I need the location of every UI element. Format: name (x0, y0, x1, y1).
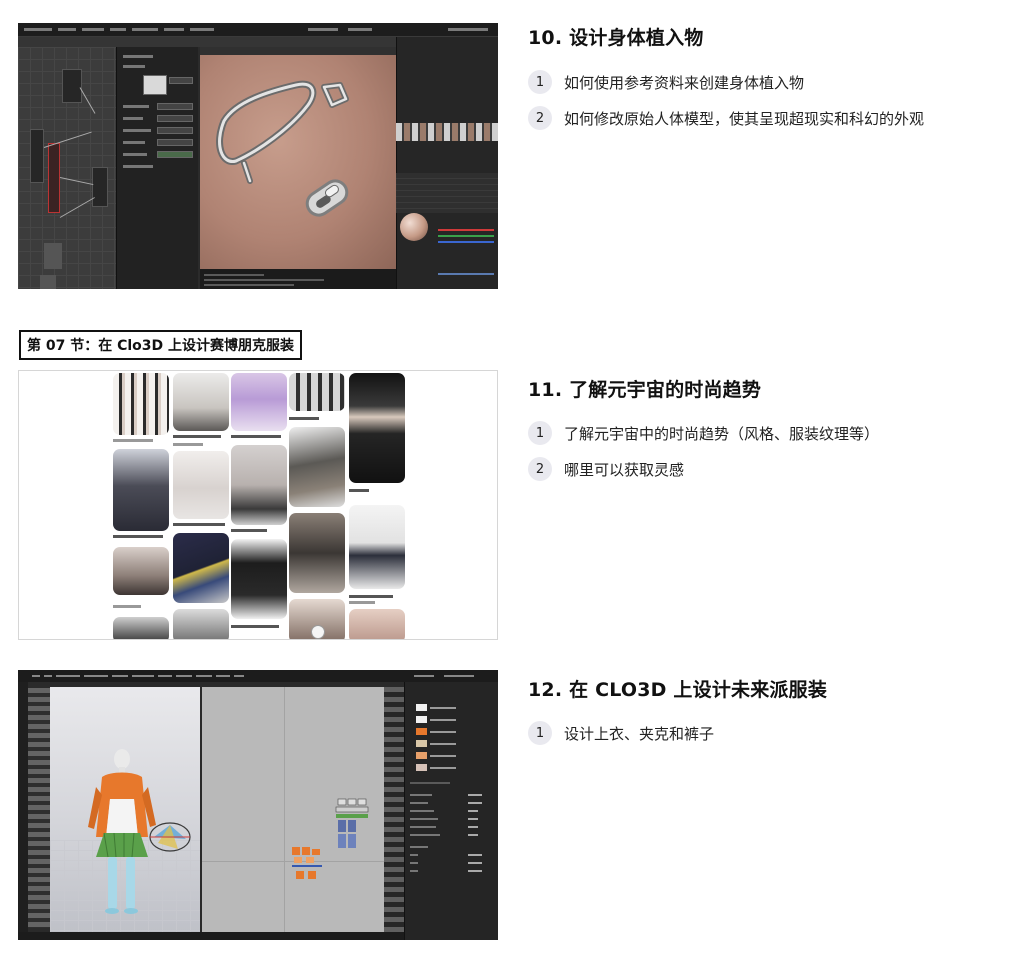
reference-image (231, 445, 287, 525)
item-text: 如何修改原始人体模型，使其呈现超现实和科幻的外观 (564, 109, 925, 128)
lesson-title: 12. 在 CLO3D 上设计未来派服装 (528, 679, 828, 701)
node-graph-panel (18, 47, 116, 289)
reference-image (173, 373, 229, 431)
item-text: 哪里可以获取灵感 (564, 460, 685, 479)
pattern-pieces (292, 798, 369, 879)
item-number-badge: 1 (528, 421, 552, 445)
reference-image (113, 373, 169, 435)
list-item: 1 如何使用参考资料来创建身体植入物 (528, 70, 804, 94)
item-number-badge: 2 (528, 106, 552, 130)
clo3d-statusbar (18, 932, 404, 940)
material-list (396, 173, 498, 213)
reference-image (231, 373, 287, 431)
item-number-badge: 2 (528, 457, 552, 481)
item-number-badge: 1 (528, 721, 552, 745)
clo3d-2d-toolbar (384, 687, 404, 932)
moodboard-screenshot (18, 370, 498, 640)
clo3d-3d-toolbar (28, 688, 50, 928)
list-item: 1 了解元宇宙中的时尚趋势（风格、服装纹理等） (528, 421, 879, 445)
reference-image (349, 505, 405, 589)
lesson-title: 10. 设计身体植入物 (528, 27, 704, 49)
reference-image (173, 451, 229, 519)
item-number-badge: 1 (528, 70, 552, 94)
reference-image (231, 539, 287, 619)
list-item: 2 哪里可以获取灵感 (528, 457, 684, 481)
reference-image (289, 427, 345, 507)
outliner-panel (396, 37, 498, 289)
reference-image (113, 547, 169, 595)
item-text: 如何使用参考资料来创建身体植入物 (564, 73, 805, 92)
lesson-title: 11. 了解元宇宙的时尚趋势 (528, 379, 762, 401)
add-icon[interactable] (311, 625, 325, 639)
properties-panel (116, 47, 198, 289)
clo3d-menubar (18, 670, 498, 682)
reference-image (349, 609, 405, 639)
reference-image (173, 609, 229, 639)
editor-menubar (18, 23, 498, 37)
skin-viewport (200, 55, 396, 269)
reference-image (113, 449, 169, 531)
material-swatches (396, 123, 498, 141)
clo3d-screenshot (18, 670, 498, 940)
list-item: 2 如何修改原始人体模型，使其呈现超现实和科幻的外观 (528, 106, 924, 130)
avatar-figure (88, 749, 191, 914)
reference-image (113, 617, 169, 639)
implant-shape-large (216, 80, 349, 217)
item-text: 设计上衣、夹克和裤子 (564, 724, 715, 743)
reference-image (349, 373, 405, 483)
section-label: 第 07 节：在 Clo3D 上设计赛博朋克服装 (19, 330, 302, 360)
material-preview-sphere (400, 213, 428, 241)
reference-image (173, 533, 229, 603)
implant-editor-screenshot (18, 23, 498, 289)
viewport-statusbar (200, 269, 396, 289)
viewport-header (200, 47, 396, 55)
clo3d-side-tabs (18, 682, 28, 940)
list-item: 1 设计上衣、夹克和裤子 (528, 721, 714, 745)
reference-image (289, 513, 345, 593)
item-text: 了解元宇宙中的时尚趋势（风格、服装纹理等） (564, 424, 880, 443)
reference-image (289, 373, 345, 411)
